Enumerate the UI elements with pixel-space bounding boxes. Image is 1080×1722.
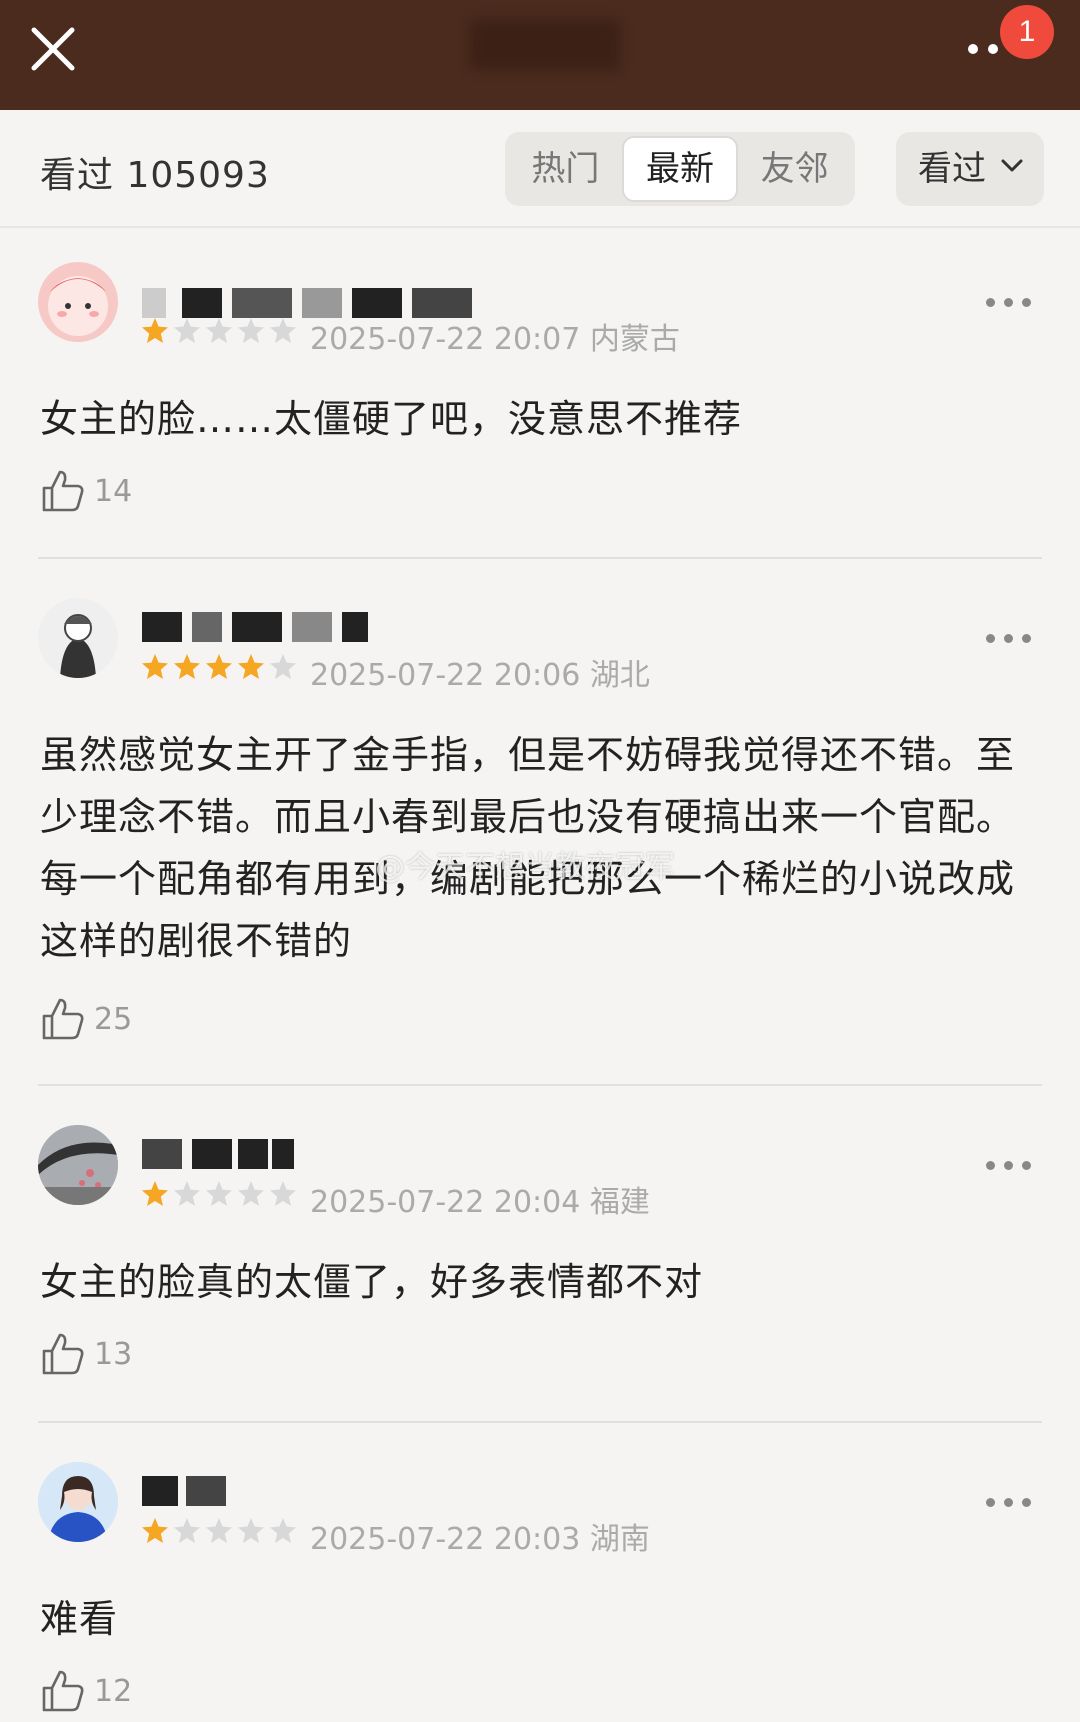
star-empty-icon xyxy=(270,654,296,679)
comment-date: 2025-07-22 20:04 xyxy=(310,1185,581,1220)
filter-bar: 看过 105093 热门 最新 友邻 看过 xyxy=(0,110,1080,228)
avatar[interactable] xyxy=(38,262,118,342)
like-button[interactable]: 14 xyxy=(40,468,132,514)
thumbs-up-icon xyxy=(42,470,84,512)
like-button[interactable]: 13 xyxy=(40,1331,132,1377)
comment-date: 2025-07-22 20:06 xyxy=(310,658,581,693)
more-dot-icon xyxy=(968,44,978,54)
page-title-blurred xyxy=(470,20,620,70)
star-empty-icon xyxy=(206,318,232,343)
avatar[interactable] xyxy=(38,1462,118,1542)
thumbs-up-icon xyxy=(42,1670,84,1712)
like-count: 12 xyxy=(94,1673,133,1709)
thumbs-up-icon xyxy=(42,1333,84,1375)
comment-text: 女主的脸……太僵硬了吧，没意思不推荐 xyxy=(40,397,743,441)
star-filled-icon xyxy=(142,1518,168,1543)
like-count: 25 xyxy=(94,1001,133,1037)
top-bar: 1 xyxy=(0,0,1080,110)
comment-date: 2025-07-22 20:07 xyxy=(310,322,581,357)
tab-hot[interactable]: 热门 xyxy=(509,136,622,202)
comment-text: 难看 xyxy=(40,1597,119,1641)
like-count: 13 xyxy=(94,1336,133,1372)
avatar[interactable] xyxy=(38,1125,118,1205)
tab-friends[interactable]: 友邻 xyxy=(738,136,851,202)
rating-stars xyxy=(140,316,298,346)
close-icon xyxy=(31,27,75,71)
like-count: 14 xyxy=(94,473,133,509)
star-empty-icon xyxy=(270,1181,296,1206)
comment-meta: 2025-07-22 20:07 内蒙古 xyxy=(310,314,680,358)
star-empty-icon xyxy=(238,1181,264,1206)
star-empty-icon xyxy=(270,318,296,343)
thumbs-up-icon xyxy=(42,998,84,1040)
star-filled-icon xyxy=(142,1181,168,1206)
comment-more-button[interactable] xyxy=(986,1498,1032,1510)
star-filled-icon xyxy=(206,654,232,679)
comment-item: 2025-07-22 20:06 湖北 虽然感觉女主开了金手指，但是不妨碍我觉得… xyxy=(0,560,1080,1085)
star-empty-icon xyxy=(238,1518,264,1543)
star-empty-icon xyxy=(270,1518,296,1543)
star-filled-icon xyxy=(174,654,200,679)
comment-text: 女主的脸真的太僵了，好多表情都不对 xyxy=(40,1260,704,1304)
close-button[interactable] xyxy=(22,18,84,80)
comment-location: 内蒙古 xyxy=(589,322,680,357)
comment-item: 2025-07-22 20:07 内蒙古 女主的脸……太僵硬了吧，没意思不推荐 … xyxy=(0,228,1080,558)
star-filled-icon xyxy=(142,654,168,679)
like-button[interactable]: 12 xyxy=(40,1668,132,1714)
username-redacted xyxy=(142,1139,482,1169)
star-filled-icon xyxy=(238,654,264,679)
divider xyxy=(38,1084,1042,1086)
notification-badge: 1 xyxy=(1000,5,1054,59)
divider xyxy=(38,557,1042,559)
username-redacted xyxy=(142,1476,482,1506)
star-empty-icon xyxy=(174,1518,200,1543)
comment-item: 2025-07-22 20:04 福建 女主的脸真的太僵了，好多表情都不对 13 xyxy=(0,1087,1080,1422)
username-redacted xyxy=(142,612,482,642)
dropdown-label: 看过 xyxy=(918,149,986,189)
star-empty-icon xyxy=(238,318,264,343)
comment-location: 湖南 xyxy=(589,1522,650,1557)
rating-stars xyxy=(140,1179,298,1209)
watermark: @今天不想当教夜冠军 xyxy=(375,850,675,885)
status-dropdown[interactable]: 看过 xyxy=(896,132,1044,206)
star-filled-icon xyxy=(142,318,168,343)
watched-count: 看过 105093 xyxy=(40,155,270,196)
star-empty-icon xyxy=(206,1518,232,1543)
comment-item: 2025-07-22 20:03 湖南 难看 12 xyxy=(0,1424,1080,1722)
chevron-down-icon xyxy=(1001,159,1023,172)
rating-stars xyxy=(140,652,298,682)
more-dot-icon xyxy=(988,44,998,54)
comment-more-button[interactable] xyxy=(986,1161,1032,1173)
comment-meta: 2025-07-22 20:03 湖南 xyxy=(310,1514,650,1558)
star-empty-icon xyxy=(174,318,200,343)
avatar[interactable] xyxy=(38,598,118,678)
sort-tabs: 热门 最新 友邻 xyxy=(505,132,855,206)
star-empty-icon xyxy=(206,1181,232,1206)
comment-meta: 2025-07-22 20:04 福建 xyxy=(310,1177,650,1221)
divider xyxy=(38,1421,1042,1423)
star-empty-icon xyxy=(174,1181,200,1206)
rating-stars xyxy=(140,1516,298,1546)
comment-location: 湖北 xyxy=(589,658,650,693)
comment-meta: 2025-07-22 20:06 湖北 xyxy=(310,650,650,694)
like-button[interactable]: 25 xyxy=(40,996,132,1042)
comment-more-button[interactable] xyxy=(986,634,1032,646)
comment-location: 福建 xyxy=(589,1185,650,1220)
comment-more-button[interactable] xyxy=(986,298,1032,310)
tab-latest[interactable]: 最新 xyxy=(621,136,739,202)
comment-date: 2025-07-22 20:03 xyxy=(310,1522,581,1557)
